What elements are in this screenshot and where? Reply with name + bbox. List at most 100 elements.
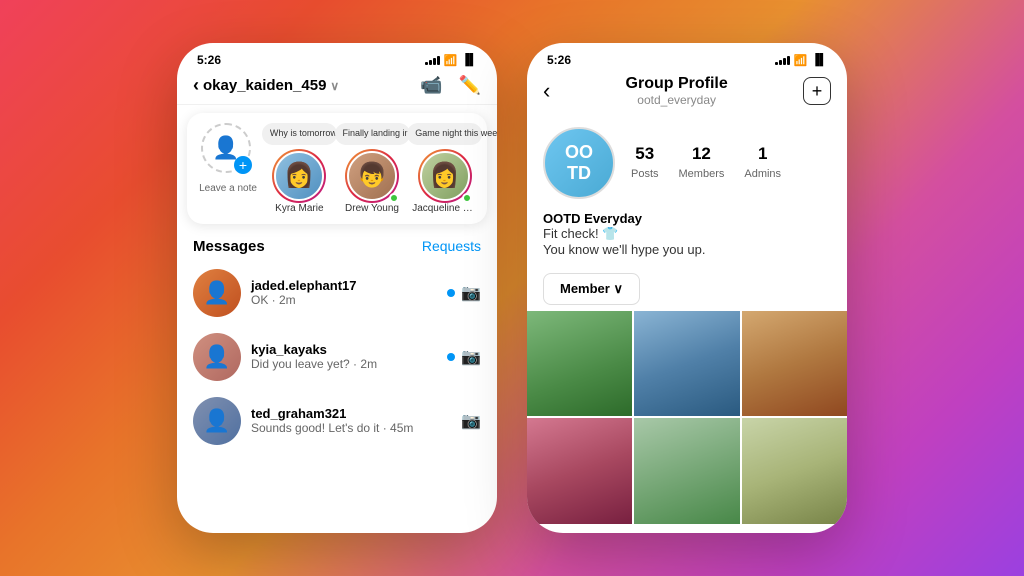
status-bar-left: 5:26 📶 ▐▌ <box>177 43 497 71</box>
kyra-avatar-ring[interactable]: 👩 <box>272 149 326 203</box>
messages-header: Messages Requests <box>177 232 497 261</box>
stories-row: 👤 + Leave a note Why is tomorrow Monday!… <box>187 113 487 224</box>
admins-label: Admins <box>744 168 781 180</box>
stats-row: 53 Posts 12 Members 1 Admins <box>631 144 781 182</box>
group-back-arrow[interactable]: ‹ <box>543 78 550 104</box>
member-label: Member ∨ <box>560 281 623 297</box>
message-item[interactable]: 👤 jaded.elephant17 OK · 2m 📷 <box>185 261 489 325</box>
wifi-icon: 📶 <box>444 54 458 67</box>
jacqueline-online-dot <box>462 193 472 203</box>
msg-username-1: jaded.elephant17 <box>251 278 437 293</box>
stat-admins: 1 Admins <box>744 144 781 182</box>
photo-cell-6[interactable] <box>742 418 847 523</box>
drew-label: Drew Young <box>345 203 399 214</box>
member-button[interactable]: Member ∨ <box>543 273 640 305</box>
wifi-icon-right: 📶 <box>794 54 808 67</box>
admins-count: 1 <box>744 144 781 164</box>
chat-username: okay_kaiden_459 <box>203 77 326 94</box>
group-title: Group Profile <box>626 75 728 93</box>
posts-label: Posts <box>631 168 659 180</box>
msg-content-3: ted_graham321 Sounds good! Let's do it ·… <box>251 406 451 435</box>
back-arrow[interactable]: ‹ <box>193 75 199 96</box>
add-note-plus[interactable]: + <box>234 156 252 174</box>
story-drew[interactable]: Finally landing in NYC! ❤️ 👦 Drew Young <box>340 123 405 214</box>
group-subtitle: ootd_everyday <box>626 93 728 107</box>
stat-posts: 53 Posts <box>631 144 659 182</box>
stat-members: 12 Members <box>679 144 725 182</box>
posts-count: 53 <box>631 144 659 164</box>
time-left: 5:26 <box>197 53 221 67</box>
msg-icons-3: 📷 <box>461 411 481 431</box>
photo-cell-1[interactable] <box>527 311 632 416</box>
photo-cell-2[interactable] <box>634 311 739 416</box>
group-profile-section: OO TD 53 Posts 12 Members 1 Admins <box>527 115 847 211</box>
photo-cell-4[interactable] <box>527 418 632 523</box>
status-bar-right: 5:26 📶 ▐▌ <box>527 43 847 71</box>
chat-header: ‹ okay_kaiden_459 ∨ 📹 ✏️ <box>177 71 497 105</box>
photo-cell-5[interactable] <box>634 418 739 523</box>
requests-link[interactable]: Requests <box>422 238 481 255</box>
ootd-line1: OO <box>565 142 593 163</box>
phone-left: 5:26 📶 ▐▌ ‹ okay_kaiden_459 ∨ 📹 ✏️ <box>177 43 497 533</box>
kyra-label: Kyra Marie <box>275 203 323 214</box>
bio-line1: Fit check! 👕 <box>543 226 831 242</box>
messages-title: Messages <box>193 238 265 255</box>
msg-preview-3: Sounds good! Let's do it · 45m <box>251 421 451 435</box>
msg-preview-2: Did you leave yet? · 2m <box>251 357 437 371</box>
message-list: 👤 jaded.elephant17 OK · 2m 📷 👤 kyia_kaya… <box>177 261 497 453</box>
msg-icons-1: 📷 <box>447 283 481 303</box>
battery-icon: ▐▌ <box>461 54 477 66</box>
time-right: 5:26 <box>547 53 571 67</box>
status-icons-right: 📶 ▐▌ <box>775 54 827 67</box>
msg-username-3: ted_graham321 <box>251 406 451 421</box>
bio-line2: You know we'll hype you up. <box>543 242 831 257</box>
msg-content-1: jaded.elephant17 OK · 2m <box>251 278 437 307</box>
chat-header-icons: 📹 ✏️ <box>420 75 481 96</box>
msg-avatar-3: 👤 <box>193 397 241 445</box>
camera-icon-3[interactable]: 📷 <box>461 411 481 431</box>
message-item-3[interactable]: 👤 ted_graham321 Sounds good! Let's do it… <box>185 389 489 453</box>
chevron-icon: ∨ <box>330 79 339 93</box>
members-label: Members <box>679 168 725 180</box>
signal-icon <box>425 55 440 65</box>
drew-avatar-ring[interactable]: 👦 <box>345 149 399 203</box>
add-group-button[interactable]: + <box>803 77 831 105</box>
jacqueline-bubble: Game night this weekend? 🎮 <box>407 123 482 145</box>
leave-note-avatar[interactable]: 👤 + <box>201 123 251 173</box>
unread-dot-2 <box>447 353 455 361</box>
msg-avatar-1: 👤 <box>193 269 241 317</box>
leave-note-item[interactable]: 👤 + Leave a note <box>197 123 259 194</box>
group-title-center: Group Profile ootd_everyday <box>626 75 728 107</box>
kyra-bubble: Why is tomorrow Monday!? 😩 <box>262 123 337 145</box>
members-count: 12 <box>679 144 725 164</box>
story-kyra[interactable]: Why is tomorrow Monday!? 😩 👩 Kyra Marie <box>267 123 332 214</box>
msg-content-2: kyia_kayaks Did you leave yet? · 2m <box>251 342 437 371</box>
leave-note-label: Leave a note <box>199 183 257 194</box>
signal-icon-right <box>775 55 790 65</box>
edit-icon[interactable]: ✏️ <box>459 75 481 96</box>
status-icons-left: 📶 ▐▌ <box>425 54 477 67</box>
video-icon[interactable]: 📹 <box>420 75 442 96</box>
unread-dot-1 <box>447 289 455 297</box>
camera-icon-1[interactable]: 📷 <box>461 283 481 303</box>
camera-icon-2[interactable]: 📷 <box>461 347 481 367</box>
photo-cell-3[interactable] <box>742 311 847 416</box>
msg-username-2: kyia_kayaks <box>251 342 437 357</box>
msg-icons-2: 📷 <box>447 347 481 367</box>
jacqueline-label: Jacqueline Lam <box>412 203 477 214</box>
group-header: ‹ Group Profile ootd_everyday + <box>527 71 847 115</box>
chat-header-title[interactable]: ‹ okay_kaiden_459 ∨ <box>193 75 339 96</box>
jacqueline-avatar-ring[interactable]: 👩 <box>418 149 472 203</box>
story-jacqueline[interactable]: Game night this weekend? 🎮 👩 Jacqueline … <box>412 123 477 214</box>
ootd-line2: TD <box>567 163 591 184</box>
ootd-avatar: OO TD <box>543 127 615 199</box>
battery-icon-right: ▐▌ <box>811 54 827 66</box>
group-name: OOTD Everyday <box>543 211 831 226</box>
drew-bubble: Finally landing in NYC! ❤️ <box>335 123 410 145</box>
msg-preview-1: OK · 2m <box>251 293 437 307</box>
msg-avatar-2: 👤 <box>193 333 241 381</box>
phone-right: 5:26 📶 ▐▌ ‹ Group Profile ootd_everyday … <box>527 43 847 533</box>
drew-online-dot <box>389 193 399 203</box>
message-item-2[interactable]: 👤 kyia_kayaks Did you leave yet? · 2m 📷 <box>185 325 489 389</box>
photo-grid <box>527 311 847 524</box>
